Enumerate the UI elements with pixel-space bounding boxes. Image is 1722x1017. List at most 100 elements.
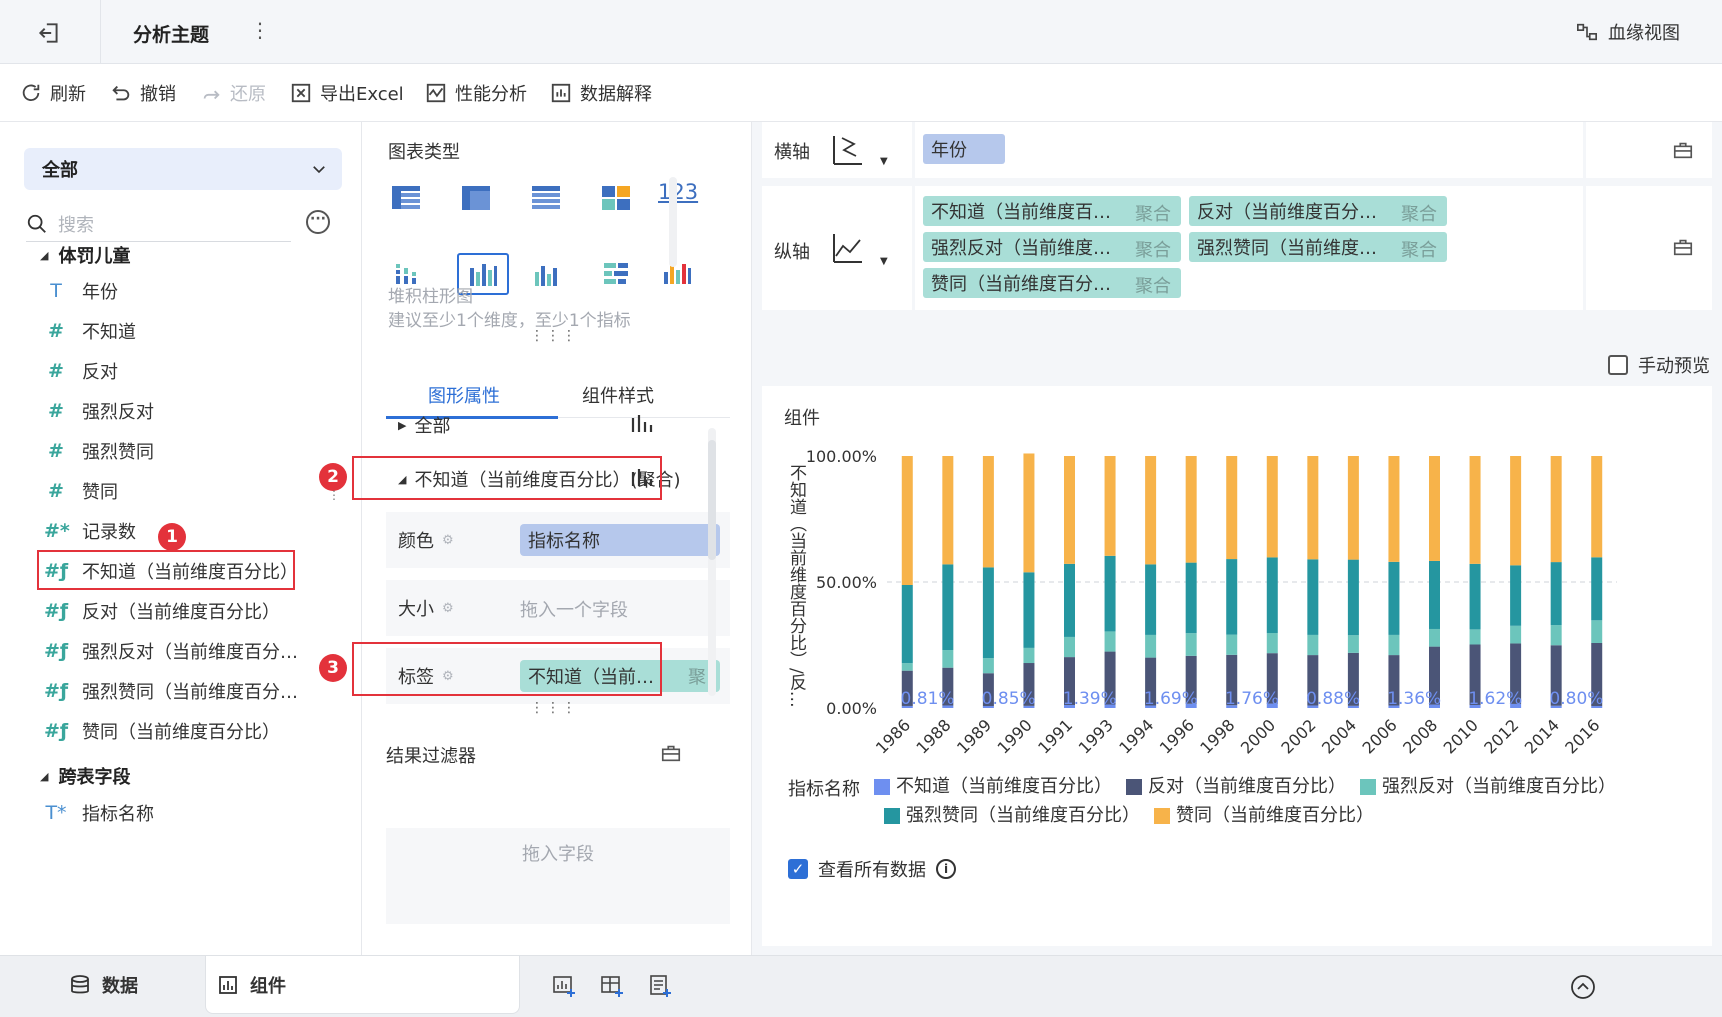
more-menu-icon[interactable]: ⋮ (250, 18, 270, 42)
manual-preview-toggle[interactable]: 手动预览 (1608, 352, 1710, 378)
refresh-button[interactable]: 刷新 (20, 80, 86, 106)
group-header[interactable]: ◢ 体罚儿童 (40, 242, 130, 268)
data-label: 1.39% (1063, 689, 1117, 709)
field-label: 记录数 (82, 522, 136, 543)
view-all-checkbox[interactable]: ✓ (788, 859, 808, 879)
size-property-row[interactable]: 大小 ⚙ 拖入一个字段 (386, 580, 730, 636)
field-label: 年份 (82, 282, 118, 303)
add-chart-icon[interactable] (552, 974, 576, 998)
field-item[interactable]: T 年份 (44, 278, 118, 304)
toolbox-icon[interactable] (1672, 139, 1694, 161)
scope-select[interactable]: 全部 (24, 148, 342, 190)
legend-item[interactable]: 赞同（当前维度百分比） (1154, 803, 1374, 829)
chart-type-scrollbar[interactable] (669, 177, 677, 267)
y-field-chip[interactable]: 强烈赞同（当前维度… 聚合 (1189, 232, 1447, 262)
tab-component-style[interactable]: 组件样式 (582, 382, 654, 408)
info-icon[interactable]: i (936, 859, 956, 879)
search-input[interactable]: 搜索 (26, 206, 291, 242)
toolbox-icon[interactable] (1672, 236, 1694, 258)
export-excel-button[interactable]: 导出Excel (290, 80, 404, 106)
x-tick-label: 1996 (1156, 715, 1198, 757)
performance-analysis-button[interactable]: 性能分析 (425, 80, 527, 106)
redo-button[interactable]: 还原 (200, 80, 266, 106)
legend-item[interactable]: 强烈反对（当前维度百分比） (1360, 774, 1616, 800)
number-chart-icon[interactable]: 123 (658, 180, 708, 216)
field-item[interactable]: #ƒ 赞同（当前维度百分比） (44, 718, 280, 744)
group-header[interactable]: ◢ 跨表字段 (40, 763, 130, 789)
field-label: 强烈反对 (82, 402, 154, 423)
bar-segment (1429, 560, 1440, 629)
field-item[interactable]: T* 指标名称 (44, 800, 154, 826)
collapse-up-icon[interactable] (1570, 974, 1596, 1000)
y-field-chip[interactable]: 强烈反对（当前维度… 聚合 (923, 232, 1181, 262)
cross-table-icon[interactable] (528, 180, 564, 216)
x-field-chip[interactable]: 年份 (923, 134, 1005, 164)
filter-drop-zone[interactable]: 拖入字段 (386, 828, 730, 924)
manual-preview-label: 手动预览 (1638, 356, 1710, 377)
data-explain-button[interactable]: 数据解释 (550, 80, 652, 106)
field-item[interactable]: #ƒ 强烈赞同（当前维度百分… (44, 678, 298, 704)
resize-handle[interactable]: ⋮ (328, 488, 340, 502)
x-axis-row: 横轴 ▼ 年份 (762, 122, 1712, 178)
grouped-table-icon[interactable] (458, 180, 494, 216)
x-tick-label: 1988 (912, 715, 954, 757)
manual-preview-checkbox[interactable] (1608, 355, 1628, 375)
toolbox-icon[interactable] (660, 742, 682, 764)
record-count-icon: #* (44, 520, 70, 542)
tab-graph-properties[interactable]: 图形属性 (428, 382, 500, 408)
field-item[interactable]: #* 记录数 (44, 518, 136, 544)
tab-data[interactable]: 数据 (70, 956, 138, 1014)
field-item[interactable]: #ƒ 反对（当前维度百分比） (44, 598, 280, 624)
step-badge: 1 (158, 523, 186, 551)
color-property-row[interactable]: 颜色 ⚙ 指标名称 (386, 512, 730, 568)
resize-handle[interactable]: ⋮⋮⋮ (530, 328, 578, 344)
legend-item[interactable]: 反对（当前维度百分比） (1126, 774, 1346, 800)
color-field-pill[interactable]: 指标名称 (520, 524, 720, 556)
view-all-data-toggle[interactable]: ✓ 查看所有数据 i (788, 856, 956, 882)
legend-swatch (874, 779, 890, 795)
field-item[interactable]: #ƒ 强烈反对（当前维度百分… (44, 638, 298, 664)
data-label: 0.85% (982, 689, 1036, 709)
y-axis-icon[interactable] (830, 230, 866, 266)
kpi-cards-icon[interactable] (598, 180, 634, 216)
more-options-icon[interactable]: ··· (306, 210, 330, 234)
y-field-chip[interactable]: 反对（当前维度百分… 聚合 (1189, 196, 1447, 226)
x-axis-icon[interactable] (830, 132, 866, 168)
field-item[interactable]: # 赞同 (44, 478, 118, 504)
axis-caret-icon[interactable]: ▼ (880, 256, 888, 267)
bar-chart-icon[interactable] (598, 256, 634, 292)
all-series-row[interactable]: ▶ 全部 (398, 412, 450, 438)
grouped-column-icon[interactable] (528, 256, 564, 292)
table-chart-icon[interactable] (388, 180, 424, 216)
group-label: 体罚儿童 (58, 246, 131, 267)
resize-handle[interactable]: ⋮⋮⋮ (530, 700, 578, 716)
add-table-icon[interactable] (600, 974, 624, 998)
field-item[interactable]: # 反对 (44, 358, 118, 384)
field-item[interactable]: # 不知道 (44, 318, 136, 344)
exit-icon[interactable] (36, 20, 62, 46)
y-field-chip[interactable]: 不知道（当前维度百… 聚合 (923, 196, 1181, 226)
chart-tab-icon (219, 975, 237, 994)
y-field-agg: 聚合 (1135, 240, 1171, 261)
add-text-icon[interactable] (648, 974, 672, 998)
bar-chart-small-icon[interactable] (630, 412, 654, 434)
y-axis-drop-zone[interactable]: 不知道（当前维度百… 聚合 反对（当前维度百分… 聚合 强烈反对（当前维度… 聚合 强… (912, 186, 1586, 310)
settings-gear-icon[interactable]: ⚙ (442, 533, 454, 548)
legend-label: 赞同（当前维度百分比） (1176, 805, 1374, 826)
axis-caret-icon[interactable]: ▼ (880, 156, 888, 167)
property-scrollbar-thumb[interactable] (708, 440, 716, 560)
settings-gear-icon[interactable]: ⚙ (442, 601, 454, 616)
legend-item[interactable]: 不知道（当前维度百分比） (874, 774, 1112, 800)
lineage-view-button[interactable]: 血缘视图 (1576, 19, 1680, 45)
field-item[interactable]: # 强烈赞同 (44, 438, 154, 464)
tab-component[interactable]: 组件 (205, 956, 520, 1014)
legend-item[interactable]: 强烈赞同（当前维度百分比） (884, 803, 1140, 829)
y-field-chip[interactable]: 赞同（当前维度百分… 聚合 (923, 268, 1181, 298)
bar-segment (1388, 456, 1400, 562)
x-axis-drop-zone[interactable]: 年份 (912, 122, 1586, 178)
bar-segment (1510, 625, 1522, 644)
field-item[interactable]: # 强烈反对 (44, 398, 154, 424)
bar-segment (1226, 456, 1238, 560)
undo-button[interactable]: 撤销 (110, 80, 176, 106)
y-field-name: 强烈赞同（当前维度… (1197, 238, 1377, 259)
